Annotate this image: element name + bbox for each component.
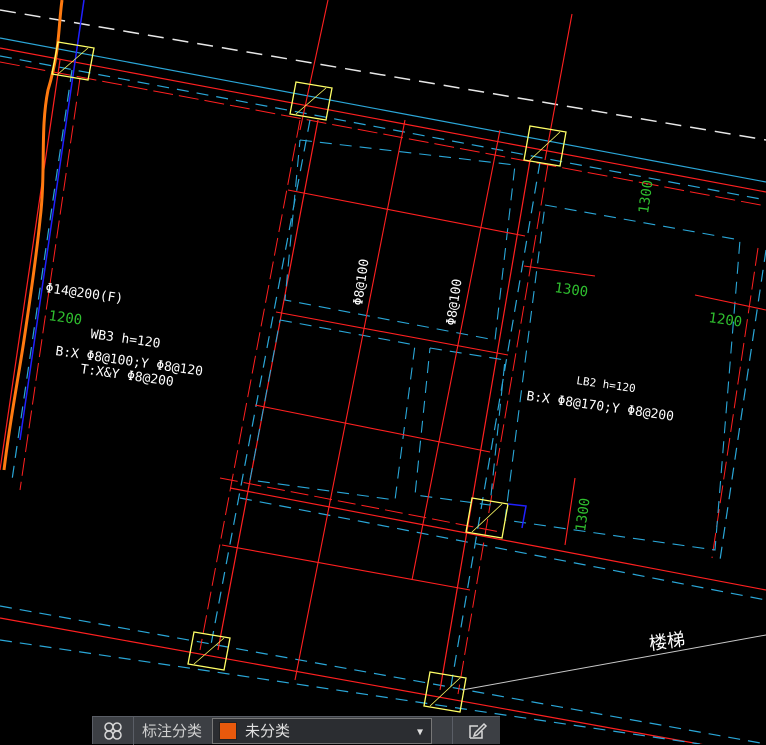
beam-middle: [219, 477, 766, 601]
edit-icon: [468, 722, 487, 739]
category-selected-value: 未分类: [245, 722, 291, 740]
dimension-1200-right[interactable]: 1200: [707, 310, 743, 331]
column-4[interactable]: [465, 497, 527, 539]
column-2[interactable]: [289, 81, 333, 121]
slab-lb2-bottom-rebar[interactable]: B:X Φ8@170;Y Φ8@200: [525, 389, 674, 425]
category-dropdown[interactable]: 未分类 ▼: [212, 717, 433, 744]
dimension-1200-left[interactable]: 1200: [47, 308, 83, 329]
stair-leader-line: [461, 634, 766, 691]
stair-label[interactable]: 楼梯: [648, 629, 687, 655]
column-5[interactable]: [187, 631, 231, 671]
dimension-1300-mid[interactable]: 1300: [553, 280, 589, 301]
slab-wb3-name[interactable]: WB3 h=120: [89, 327, 161, 352]
chevron-down-icon: ▼: [416, 726, 424, 738]
beam-vertical-third: [439, 159, 549, 695]
rebar-grid-lines: [221, 0, 766, 681]
dimension-1300-top-right[interactable]: 1300: [636, 179, 657, 215]
grid-filter-icon: [104, 721, 122, 740]
rebar-vertical-label-2[interactable]: Φ8@100: [444, 278, 465, 327]
annotation-toolbar: 标注分类 未分类 ▼: [92, 716, 500, 745]
slab-panel-outlines: [249, 139, 741, 551]
cad-drawing-canvas[interactable]: Φ14@200(F) 1200 WB3 h=120 B:X Φ8@100;Y Φ…: [0, 0, 766, 744]
category-label: 标注分类: [133, 716, 208, 745]
category-color-swatch: [219, 721, 238, 740]
edit-category-button[interactable]: [452, 716, 500, 744]
pipe-blue: [19, 0, 85, 441]
beam-vertical-left: [0, 59, 81, 491]
category-filter-button[interactable]: [93, 717, 133, 745]
slab-rebar-label-top-left[interactable]: Φ14@200(F): [44, 281, 124, 307]
dimension-1300-lower[interactable]: 1300: [573, 497, 594, 533]
beam-vertical-right: [711, 247, 766, 561]
beam-vertical-second: [199, 119, 319, 651]
slab-lb2-name[interactable]: LB2 h=120: [576, 374, 637, 395]
